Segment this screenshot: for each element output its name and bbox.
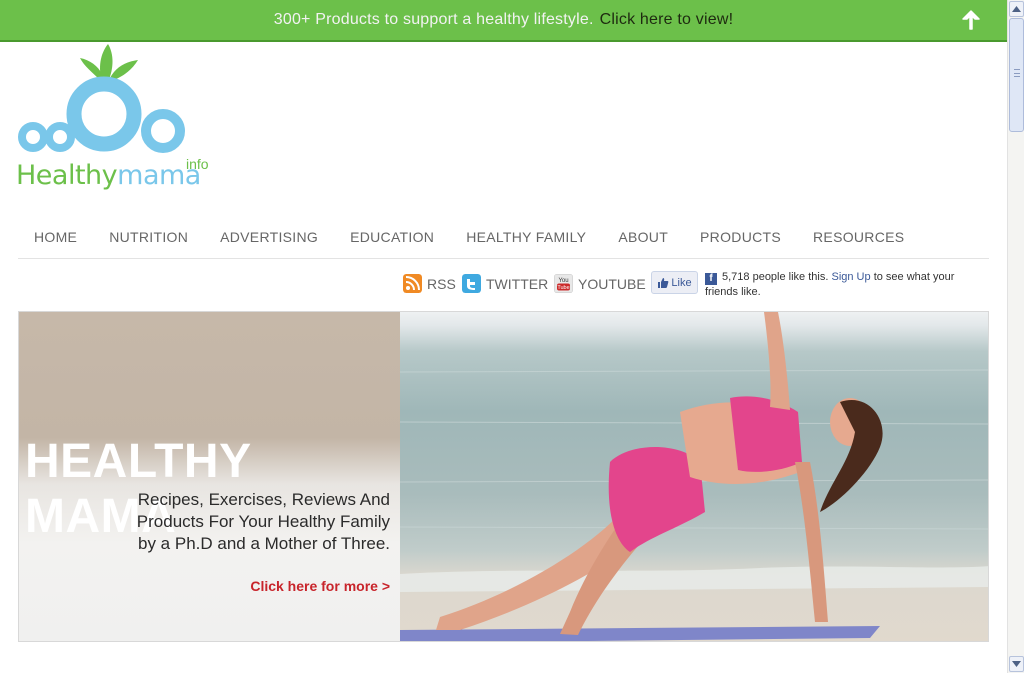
hero-tagline-line: by a Ph.D and a Mother of Three. — [138, 534, 390, 553]
nav-item-advertising[interactable]: ADVERTISING — [220, 229, 318, 245]
scroll-down-button[interactable] — [1009, 656, 1024, 672]
hero-cta-link[interactable]: Click here for more > — [250, 578, 390, 594]
nav-item-nutrition[interactable]: NUTRITION — [109, 229, 188, 245]
promo-link[interactable]: Click here to view! — [600, 11, 734, 29]
hero-text-panel: HEALTHY MAMA Recipes, Exercises, Reviews… — [19, 312, 400, 641]
youtube-icon: You Tube — [554, 274, 573, 293]
main-nav: HOME NUTRITION ADVERTISING EDUCATION HEA… — [18, 216, 989, 259]
hero-tagline: Recipes, Exercises, Reviews And Products… — [70, 489, 390, 555]
facebook-icon: f — [705, 273, 717, 285]
hero-photo — [400, 312, 988, 641]
yoga-woman-photo — [400, 312, 988, 641]
like-label: Like — [671, 276, 692, 289]
scroll-up-button[interactable] — [1009, 1, 1024, 17]
promo-message: 300+ Products to support a healthy lifes… — [273, 11, 594, 28]
hero-tagline-line: Recipes, Exercises, Reviews And — [137, 490, 390, 509]
hero-tagline-line: Products For Your Healthy Family — [136, 512, 390, 531]
nav-item-resources[interactable]: RESOURCES — [813, 229, 904, 245]
arrow-up-icon[interactable] — [959, 8, 983, 32]
logo-graphic — [18, 44, 185, 153]
fb-count-text: 5,718 people like this. — [722, 271, 829, 283]
nav-item-home[interactable]: HOME — [34, 229, 77, 245]
fb-signup-link[interactable]: Sign Up — [831, 271, 870, 283]
scroll-down-icon — [1012, 661, 1021, 667]
nav-item-products[interactable]: PRODUCTS — [700, 229, 781, 245]
youtube-label: YOUTUBE — [578, 275, 646, 292]
thumbs-up-icon — [658, 277, 669, 288]
svg-text:You: You — [558, 278, 568, 284]
youtube-link[interactable]: You Tube YOUTUBE — [554, 274, 646, 293]
scroll-up-icon — [1012, 6, 1021, 12]
nav-item-healthy-family[interactable]: HEALTHY FAMILY — [466, 229, 586, 245]
logo-wordmark: Healthymama — [16, 160, 201, 191]
twitter-label: TWITTER — [486, 275, 549, 292]
twitter-icon — [462, 274, 481, 293]
hero-banner[interactable]: HEALTHY MAMA Recipes, Exercises, Reviews… — [18, 311, 989, 642]
nav-item-education[interactable]: EDUCATION — [350, 229, 434, 245]
facebook-like-count: f 5,718 people like this. Sign Up to see … — [705, 270, 965, 299]
facebook-like-button[interactable]: Like — [651, 271, 698, 294]
nav-item-about[interactable]: ABOUT — [618, 229, 668, 245]
rss-label: RSS — [427, 275, 456, 292]
logo-suffix: info — [186, 156, 209, 172]
twitter-link[interactable]: TWITTER — [462, 274, 548, 293]
svg-text:Tube: Tube — [557, 285, 569, 291]
logo-word-healthy: Healthy — [16, 160, 118, 191]
vertical-scrollbar[interactable] — [1007, 0, 1024, 673]
site-logo[interactable]: Healthymama info — [16, 42, 216, 194]
rss-icon — [403, 274, 422, 293]
promo-bar: 300+ Products to support a healthy lifes… — [0, 0, 1007, 42]
rss-link[interactable]: RSS — [403, 274, 456, 293]
scrollbar-thumb[interactable] — [1009, 18, 1024, 132]
